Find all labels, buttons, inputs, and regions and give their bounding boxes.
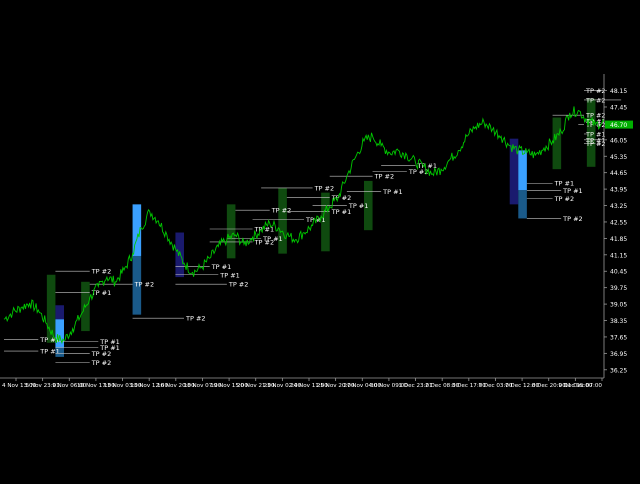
y-tick-label-0: 36.25 xyxy=(610,367,627,374)
current-price-label: 46.70 xyxy=(610,122,627,129)
signal-zone-14 xyxy=(518,190,527,219)
signal-zone-8 xyxy=(226,204,236,259)
y-tick-label-2: 37.65 xyxy=(610,334,627,341)
signal-zone-13 xyxy=(518,150,527,191)
tp-label-10: TP #1 xyxy=(211,263,232,271)
tp-label-18: TP #2 xyxy=(314,184,335,192)
tp-label-12: TP #2 xyxy=(228,281,249,289)
y-tick-label-10: 43.25 xyxy=(610,203,627,210)
tp-label-36: TP #2 xyxy=(585,87,606,95)
y-tick-label-7: 41.15 xyxy=(610,252,627,259)
signal-zone-7 xyxy=(175,232,184,278)
y-tick-label-1: 36.95 xyxy=(610,351,627,358)
tp-label-16: TP #2 xyxy=(271,207,292,215)
tp-label-27: TP #1 xyxy=(562,187,583,195)
tp-label-4: TP #2 xyxy=(91,350,112,358)
tp-label-15: TP #1 xyxy=(262,235,283,243)
y-tick-label-17: 48.15 xyxy=(610,88,627,95)
chart-background xyxy=(0,0,640,480)
tp-label-25: TP #1 xyxy=(416,162,437,170)
tp-label-11: TP #1 xyxy=(219,271,240,279)
y-tick-label-16: 47.45 xyxy=(610,104,627,111)
y-tick-label-12: 44.65 xyxy=(610,170,627,177)
tp-label-35: TP #1 xyxy=(585,136,606,144)
tp-label-37: TP #2 xyxy=(585,96,606,104)
chart-canvas[interactable]: TP #2TP #1TP #1TP #1TP #2TP #2TP #2TP #1… xyxy=(0,0,640,480)
y-tick-label-11: 43.95 xyxy=(610,187,627,194)
y-tick-label-3: 38.35 xyxy=(610,318,627,325)
tp-label-1: TP #1 xyxy=(39,348,60,356)
y-tick-label-6: 40.45 xyxy=(610,269,627,276)
tp-label-28: TP #2 xyxy=(554,195,575,203)
price-chart[interactable]: TP #2 TP #1 TP #1 TP #1 TP #2 TP #2 TP #2 TP #1… xyxy=(0,0,640,480)
y-tick-label-8: 41.85 xyxy=(610,236,627,243)
y-tick-label-4: 39.05 xyxy=(610,302,627,309)
y-tick-label-13: 45.35 xyxy=(610,154,627,161)
y-tick-label-5: 39.75 xyxy=(610,285,627,292)
y-tick-label-9: 42.55 xyxy=(610,219,627,226)
tp-label-21: TP #1 xyxy=(348,202,369,210)
tp-label-29: TP #2 xyxy=(562,215,583,223)
tp-label-8: TP #2 xyxy=(134,281,155,289)
y-tick-label-14: 46.05 xyxy=(610,137,627,144)
tp-label-23: TP #1 xyxy=(382,188,403,196)
signal-zone-9 xyxy=(278,187,287,254)
tp-label-9: TP #2 xyxy=(185,315,206,323)
tp-label-22: TP #2 xyxy=(374,173,395,181)
x-tick-label-22: 11 Dec 07:00 xyxy=(564,383,602,389)
tp-label-6: TP #2 xyxy=(91,268,112,276)
tp-label-5: TP #2 xyxy=(91,359,112,367)
